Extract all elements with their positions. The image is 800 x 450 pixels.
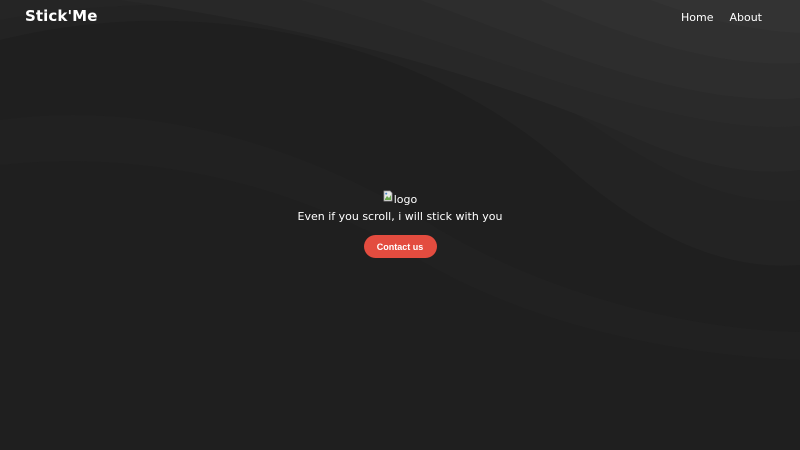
contact-us-button[interactable]: Contact us xyxy=(363,235,437,258)
nav-links: Home About xyxy=(681,11,762,24)
navbar: Stick'Me Home About xyxy=(0,0,800,34)
page: Stick'Me Home About logo Even if you scr… xyxy=(0,0,800,450)
logo-alt-text: logo xyxy=(393,192,418,206)
broken-image-icon xyxy=(383,190,393,202)
hero-tagline: Even if you scroll, i will stick with yo… xyxy=(297,210,503,223)
nav-link-home[interactable]: Home xyxy=(681,11,713,24)
nav-link-about[interactable]: About xyxy=(729,11,762,24)
hero: logo Even if you scroll, i will stick wi… xyxy=(0,190,800,258)
logo-image: logo xyxy=(383,190,418,208)
brand-logo[interactable]: Stick'Me xyxy=(25,7,97,25)
